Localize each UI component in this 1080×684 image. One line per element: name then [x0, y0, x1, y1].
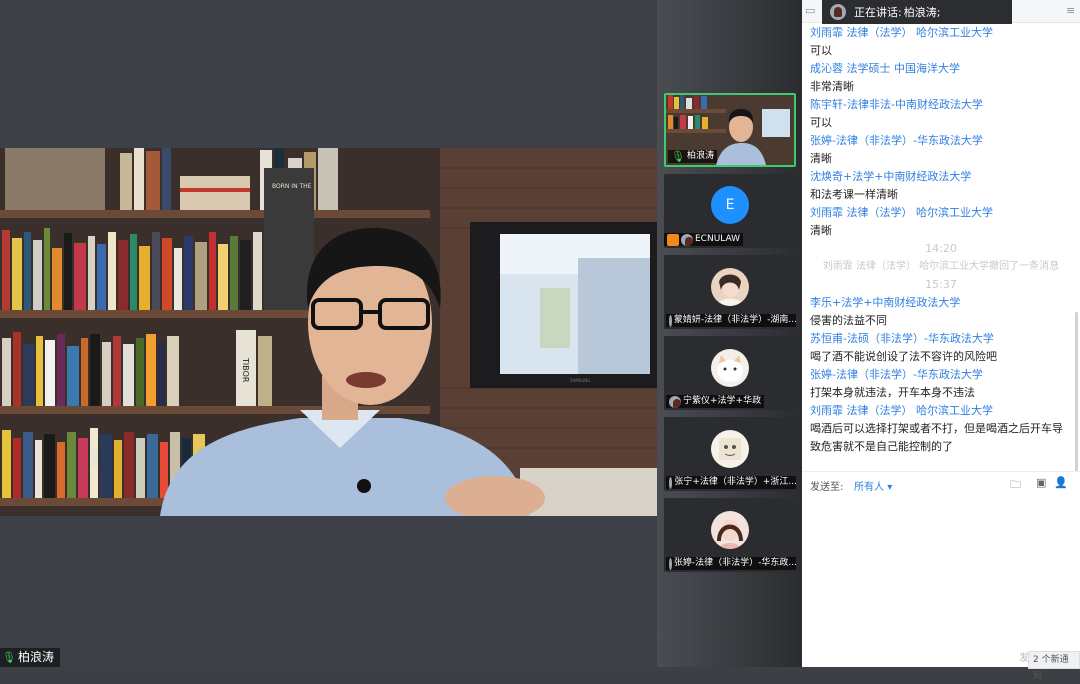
message-sender: 陈宇轩-法律非法-中南财经政法大学 — [810, 98, 983, 111]
message-sender: 成沁蓉 法学硕士 中国海洋大学 — [810, 62, 960, 75]
participant-tile[interactable]: 🎙 柏浪涛 — [664, 93, 796, 167]
message-text: 清晰 — [810, 224, 832, 237]
participant-name: 蒙婧妍-法律（非法学）-湖南... — [673, 315, 796, 325]
chat-send-bar: 发送至: 所有人 ▾ 🗀 ▣ 👤 — [802, 471, 1080, 496]
chat-icon[interactable]: ▭ — [805, 4, 815, 17]
participant-name-label: 张宁+法律（非法学）+浙江... — [666, 476, 796, 489]
avatar — [711, 430, 749, 468]
speaking-indicator: 正在讲话: 柏浪涛; — [822, 0, 1012, 24]
message-sender: 刘雨霏 法律（法学） 哈尔滨工业大学 — [810, 404, 993, 417]
message-text: 喝酒后可以选择打架或者不打，但是喝酒之后开车导致危害就不是自己能控制的了 — [810, 422, 1063, 453]
chat-panel: ▭ ≡ 刘雨霏 法律（法学） 哈尔滨工业大学 可以 成沁蓉 法学硕士 中国海洋大学非… — [802, 0, 1080, 667]
avatar — [711, 268, 749, 306]
avatar — [669, 476, 673, 489]
message-text: 非常清晰 — [810, 80, 854, 93]
message-text: 侵害的法益不同 — [810, 314, 887, 327]
message-text: 和法考课一样清晰 — [810, 188, 898, 201]
participant-tile[interactable]: 蒙婧妍-法律（非法学）-湖南... — [664, 255, 796, 329]
book-spine-text: TIBOR — [241, 357, 250, 383]
participant-name-label: ECNULAW — [664, 233, 744, 246]
tv-brand: SAMSUNG — [570, 378, 590, 383]
message-text: 清晰 — [810, 152, 832, 165]
speaker-name: 柏浪涛 — [17, 650, 54, 664]
screenshot-icon[interactable]: ▣ — [1036, 476, 1046, 489]
chevron-down-icon: ▾ — [887, 482, 893, 493]
book-spine-text: BORN IN THE — [272, 183, 312, 190]
avatar — [711, 349, 749, 387]
avatar: E — [711, 186, 749, 224]
participant-name-label: 宁紫仪+法学+华政 — [666, 395, 765, 408]
participant-name-label: 蒙婧妍-法律（非法学）-湖南... — [666, 314, 796, 327]
system-notice: 刘雨霏 法律（法学） 哈尔滨工业大学撤回了一条消息 — [822, 261, 1060, 272]
folder-icon[interactable]: 🗀 — [1010, 476, 1021, 495]
message-text: 打架本身就违法，开车本身不违法 — [810, 386, 975, 399]
host-icon — [667, 233, 679, 246]
message-text: 可以 — [810, 116, 832, 129]
speaker-name-tag: 🎙 柏浪涛 — [0, 648, 60, 667]
message-sender: 张婷-法律（非法学）-华东政法大学 — [810, 368, 983, 381]
participant-name: 张宁+法律（非法学）+浙江... — [674, 477, 796, 487]
microphone-icon: 🎙 — [2, 651, 16, 664]
send-to-select[interactable]: 所有人 ▾ — [854, 478, 892, 493]
message-sender: 沈焕奇+法学+中南财经政法大学 — [810, 170, 972, 183]
send-to-label: 发送至: — [810, 482, 844, 493]
speaking-name: 柏浪涛; — [903, 6, 941, 19]
message-sender: 李乐+法学+中南财经政法大学 — [810, 296, 961, 309]
message-timestamp: 15:37 — [925, 278, 957, 291]
participant-name: 张婷-法律（非法学）-华东政... — [673, 558, 796, 568]
avatar — [669, 557, 672, 570]
person-icon[interactable]: 👤 — [1054, 476, 1068, 489]
send-to-value: 所有人 — [854, 482, 884, 493]
menu-icon[interactable]: ≡ — [1066, 4, 1075, 17]
speaker-video: BORN IN THE TIBOR WINE SAMSUNG — [0, 148, 657, 516]
participant-name: ECNULAW — [695, 234, 741, 244]
participant-tile[interactable]: 张婷-法律（非法学）-华东政... — [664, 498, 796, 572]
participant-tile[interactable]: 张宁+法律（非法学）+浙江... — [664, 417, 796, 491]
chat-scrollbar[interactable] — [1075, 312, 1078, 472]
speaking-prefix: 正在讲话: — [854, 6, 902, 19]
participant-name-label: 🎙 柏浪涛 — [668, 150, 717, 163]
message-sender: 苏恒甫-法硕（非法学）-华东政法大学 — [810, 332, 994, 345]
message-sender: 刘雨霏 法律（法学） 哈尔滨工业大学 — [810, 26, 993, 39]
participant-tile[interactable]: E ECNULAW — [664, 174, 796, 248]
participant-name: 宁紫仪+法学+华政 — [683, 396, 762, 406]
avatar — [669, 395, 681, 408]
message-sender: 刘雨霏 法律（法学） 哈尔滨工业大学 — [810, 206, 993, 219]
book-spine-text: WINE — [90, 448, 99, 469]
message-text: 喝了酒不能说创设了法不容许的风险吧 — [810, 350, 997, 363]
participant-name-label: 张婷-法律（非法学）-华东政... — [666, 557, 796, 570]
avatar — [830, 4, 846, 20]
participant-tile[interactable]: 宁紫仪+法学+华政 — [664, 336, 796, 410]
chat-message-list: 刘雨霏 法律（法学） 哈尔滨工业大学 可以 成沁蓉 法学硕士 中国海洋大学 非常清晰陈… — [810, 24, 1072, 456]
avatar — [681, 233, 693, 246]
message-sender: 张婷-法律（非法学）-华东政法大学 — [810, 134, 983, 147]
new-notice-badge[interactable]: 2 个新通知 — [1028, 651, 1080, 681]
avatar — [711, 511, 749, 549]
speaker-video-frame: BORN IN THE TIBOR WINE SAMSUNG — [0, 148, 657, 516]
participant-name: 柏浪涛 — [686, 151, 714, 161]
message-text: 可以 — [810, 44, 832, 57]
microphone-icon: 🎙 — [671, 150, 685, 163]
main-video-area: BORN IN THE TIBOR WINE SAMSUNG 🎙 柏浪涛 — [0, 0, 657, 667]
message-timestamp: 14:20 — [925, 242, 957, 255]
participant-gallery: 🎙 柏浪涛 E ECNULAW 蒙婧妍-法律（非法学）-湖南... 宁紫仪+法学… — [657, 0, 802, 667]
avatar — [669, 314, 672, 327]
